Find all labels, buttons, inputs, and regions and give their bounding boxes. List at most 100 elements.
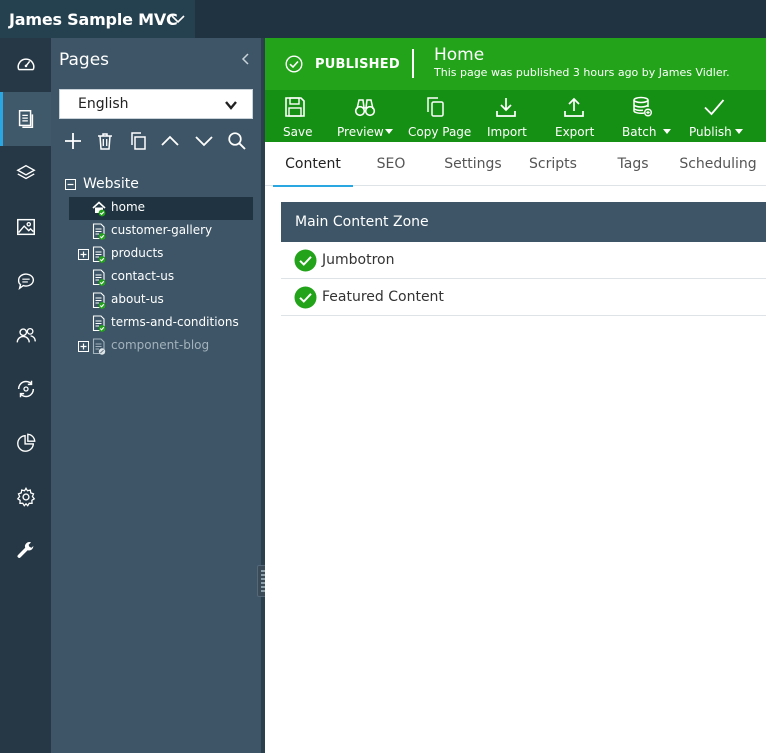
- tree-item[interactable]: contact-us: [69, 266, 253, 289]
- check-circle-icon: [285, 55, 303, 73]
- batch-button[interactable]: Batch: [621, 90, 673, 142]
- download-icon: [496, 98, 516, 117]
- expand-plus-box-icon[interactable]: [78, 341, 89, 352]
- rail-settings[interactable]: [0, 470, 51, 524]
- tree-root-label: Website: [83, 176, 139, 192]
- gear-icon: [16, 487, 35, 507]
- save-floppy-icon: [285, 97, 305, 117]
- wrench-icon: [17, 542, 33, 558]
- page-icon: [92, 315, 106, 332]
- page-icon: [92, 269, 106, 286]
- zone-item[interactable]: Featured Content: [281, 279, 766, 316]
- pie-chart-icon: [16, 433, 35, 452]
- rail-dashboard[interactable]: [0, 38, 51, 92]
- import-button[interactable]: Import: [485, 90, 527, 142]
- move-down-button[interactable]: [192, 129, 216, 153]
- check-circle-filled-icon: [294, 286, 317, 308]
- tree-item[interactable]: component-blog: [69, 335, 253, 358]
- batch-label: Batch: [622, 125, 657, 139]
- upload-icon: [564, 97, 584, 117]
- page-icon: [92, 338, 106, 355]
- tree-item-label: about-us: [111, 292, 164, 306]
- zone-items: Jumbotron Featured Content: [281, 242, 766, 316]
- publish-message: This page was published 3 hours ago by J…: [434, 66, 730, 79]
- rail-workflow[interactable]: [0, 362, 51, 416]
- rail-analytics[interactable]: [0, 416, 51, 470]
- copy-icon: [427, 97, 444, 117]
- rail-layers[interactable]: [0, 146, 51, 200]
- tree-item[interactable]: home: [69, 197, 253, 220]
- checkmark-icon: [704, 99, 725, 116]
- tab-tags[interactable]: Tags: [599, 142, 667, 186]
- tree-item-label: products: [111, 246, 164, 260]
- chevron-down-icon: [195, 136, 213, 147]
- trash-icon: [98, 133, 112, 150]
- tree-item-label: terms-and-conditions: [111, 315, 239, 329]
- publish-status: PUBLISHED: [285, 55, 400, 73]
- site-name: James Sample MVC: [9, 9, 178, 29]
- top-bar: James Sample MVC: [0, 0, 766, 38]
- collapse-panel-chevron-left-icon[interactable]: [239, 52, 253, 66]
- check-circle-filled-icon: [294, 249, 317, 271]
- rail-users[interactable]: [0, 308, 51, 362]
- rail-comments[interactable]: [0, 254, 51, 308]
- copy-page-button[interactable]: Copy Page: [407, 90, 471, 142]
- tree-root-website[interactable]: Website: [65, 175, 139, 193]
- rail-pages[interactable]: [0, 92, 51, 146]
- page-icon: [92, 292, 106, 309]
- tab-scripts[interactable]: Scripts: [517, 142, 589, 186]
- editor-tabs: Content SEO Settings Scripts Tags Scheduling: [265, 142, 766, 187]
- add-page-button[interactable]: [61, 129, 85, 153]
- tree-item[interactable]: about-us: [69, 289, 253, 312]
- chat-bubble-icon: [17, 273, 34, 291]
- publish-caret-icon: [735, 129, 743, 134]
- main-nav-rail: [0, 38, 51, 753]
- chevron-up-icon: [161, 135, 179, 146]
- rail-tools[interactable]: [0, 524, 51, 578]
- search-pages-button[interactable]: [225, 129, 249, 153]
- main-content-zone: Main Content Zone Jumbotron Featured Cont…: [281, 202, 766, 316]
- tree-item-label: contact-us: [111, 269, 175, 283]
- collapse-minus-box-icon: [65, 178, 76, 190]
- search-icon: [228, 132, 246, 150]
- delete-page-button[interactable]: [93, 129, 117, 153]
- zone-item[interactable]: Jumbotron: [281, 242, 766, 279]
- tab-settings[interactable]: Settings: [437, 142, 509, 186]
- pages-panel-title: Pages: [59, 50, 110, 70]
- tab-seo[interactable]: SEO: [360, 142, 422, 186]
- export-label: Export: [555, 125, 595, 139]
- tree-item[interactable]: products: [69, 243, 253, 266]
- expand-plus-box-icon[interactable]: [78, 249, 89, 260]
- import-label: Import: [487, 125, 527, 139]
- publish-button[interactable]: Publish: [688, 90, 746, 142]
- preview-button[interactable]: Preview: [336, 90, 396, 142]
- page-toolbar: Save Preview Copy Page Import Export Bat…: [265, 90, 766, 142]
- tree-item-label: home: [111, 200, 146, 214]
- tree-item[interactable]: customer-gallery: [69, 220, 253, 243]
- save-label: Save: [283, 125, 313, 139]
- page-icon: [92, 246, 106, 263]
- preview-label: Preview: [337, 125, 384, 139]
- copy-page-tool-button[interactable]: [126, 129, 150, 153]
- publish-status-label: PUBLISHED: [315, 56, 400, 72]
- pages-icon: [18, 110, 33, 128]
- chevron-down-icon: [171, 15, 185, 24]
- tab-scheduling[interactable]: Scheduling: [673, 142, 763, 186]
- tree-item-label: component-blog: [111, 338, 210, 352]
- save-button[interactable]: Save: [277, 90, 313, 142]
- rail-media[interactable]: [0, 200, 51, 254]
- home-icon: [92, 201, 106, 217]
- chevron-down-icon: [225, 101, 237, 110]
- dashboard-gauge-icon: [16, 58, 35, 71]
- tree-item[interactable]: terms-and-conditions: [69, 312, 253, 335]
- page-editor: PUBLISHED Home This page was published 3…: [265, 38, 766, 753]
- tab-content[interactable]: Content: [273, 142, 353, 187]
- language-select[interactable]: English: [59, 89, 253, 119]
- move-up-button[interactable]: [158, 129, 182, 153]
- workflow-cycle-icon: [17, 380, 34, 398]
- language-select-value: English: [78, 96, 129, 112]
- site-switcher[interactable]: James Sample MVC: [0, 0, 195, 38]
- zone-item-label: Featured Content: [322, 289, 444, 305]
- page-icon: [92, 223, 106, 240]
- export-button[interactable]: Export: [554, 90, 594, 142]
